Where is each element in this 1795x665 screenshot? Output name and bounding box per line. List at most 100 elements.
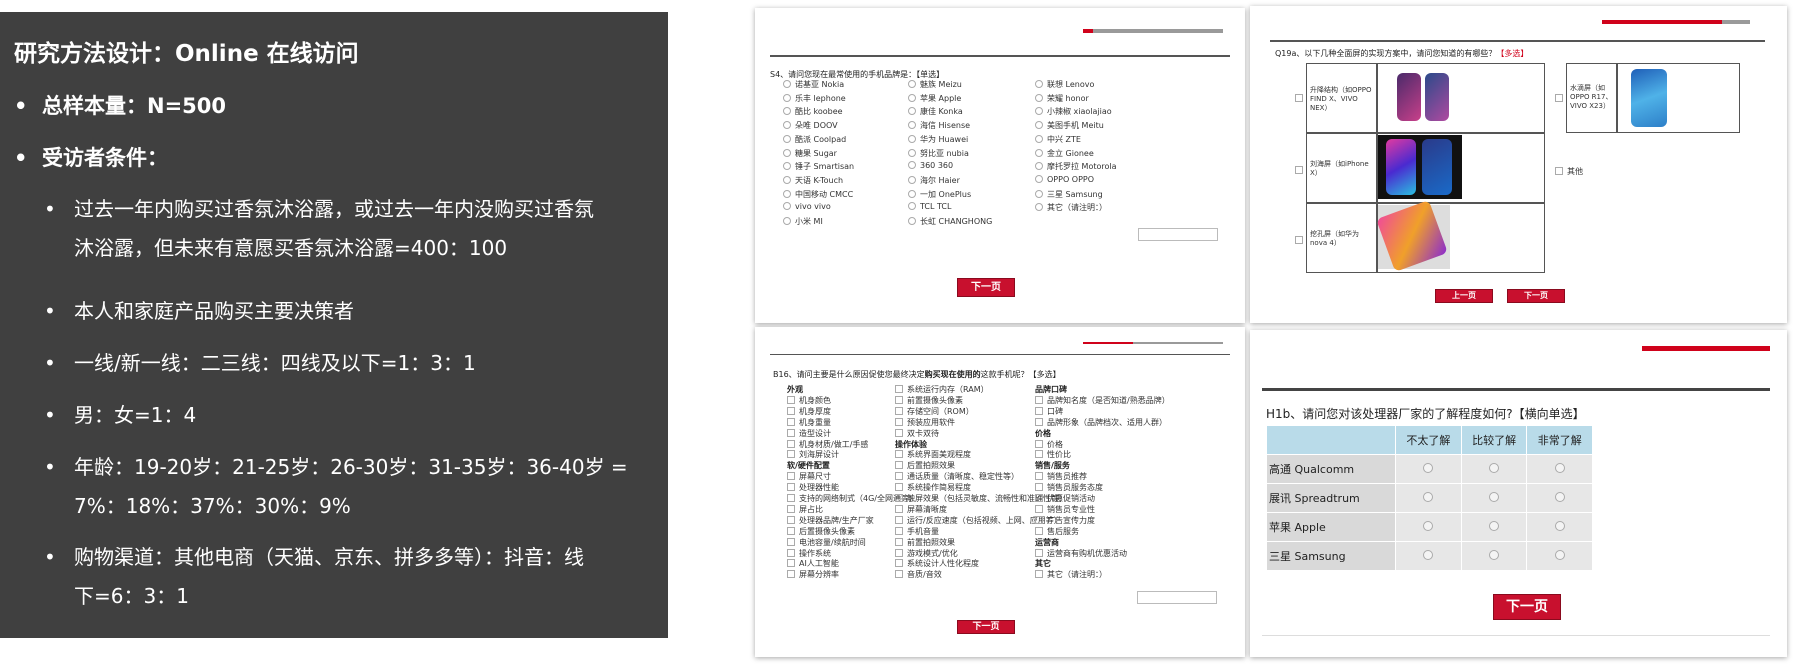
checkbox-icon[interactable] bbox=[787, 450, 795, 459]
radio-icon[interactable] bbox=[783, 202, 791, 211]
radio-option[interactable]: vivo vivo bbox=[783, 202, 831, 211]
radio-button[interactable] bbox=[1423, 491, 1434, 502]
radio-button[interactable] bbox=[1554, 491, 1565, 502]
checkbox-option[interactable]: 存储空间（ROM） bbox=[895, 406, 974, 417]
radio-icon[interactable] bbox=[908, 148, 916, 157]
checkbox-icon[interactable] bbox=[1035, 570, 1043, 579]
radio-option[interactable]: 康佳 Konka bbox=[908, 106, 963, 117]
radio-option[interactable]: TCL TCL bbox=[908, 202, 951, 211]
checkbox-icon[interactable] bbox=[895, 504, 903, 513]
checkbox-icon[interactable] bbox=[787, 483, 795, 492]
next-page-button[interactable]: 下一页 bbox=[957, 620, 1015, 634]
other-specify-input[interactable] bbox=[1137, 591, 1217, 604]
checkbox-icon[interactable] bbox=[787, 559, 795, 568]
checkbox-option[interactable]: 屏幕清晰度 bbox=[895, 504, 947, 515]
radio-icon[interactable] bbox=[908, 93, 916, 102]
radio-button[interactable] bbox=[1489, 520, 1500, 531]
checkbox-option[interactable]: AI人工智能 bbox=[787, 558, 839, 569]
checkbox-option[interactable]: 处理器品牌/生产厂家 bbox=[787, 515, 874, 526]
checkbox-option[interactable]: 前置拍照效果 bbox=[895, 537, 955, 548]
radio-icon[interactable] bbox=[1035, 121, 1043, 130]
checkbox-option[interactable]: 机身重量 bbox=[787, 417, 831, 428]
radio-option[interactable]: 摩托罗拉 Motorola bbox=[1035, 161, 1117, 172]
radio-icon[interactable] bbox=[783, 189, 791, 198]
radio-option[interactable]: 长虹 CHANGHONG bbox=[908, 216, 992, 227]
radio-option[interactable]: 魅族 Meizu bbox=[908, 79, 962, 90]
checkbox-icon[interactable] bbox=[787, 515, 795, 524]
checkbox-icon[interactable] bbox=[895, 395, 903, 404]
radio-option[interactable]: 华为 Huawei bbox=[908, 134, 968, 145]
checkbox-icon[interactable] bbox=[895, 385, 903, 393]
radio-icon[interactable] bbox=[783, 162, 791, 171]
radio-icon[interactable] bbox=[783, 107, 791, 116]
checkbox-option[interactable]: 造型设计 bbox=[787, 428, 831, 439]
checkbox-icon[interactable] bbox=[787, 439, 795, 448]
checkbox-icon[interactable] bbox=[895, 570, 903, 579]
radio-icon[interactable] bbox=[1035, 80, 1043, 88]
checkbox-icon[interactable] bbox=[787, 472, 795, 481]
checkbox-icon[interactable] bbox=[1035, 450, 1043, 459]
radio-icon[interactable] bbox=[908, 189, 916, 198]
radio-option[interactable]: 中国移动 CMCC bbox=[783, 189, 853, 200]
checkbox-option[interactable]: 刘海屏设计 bbox=[787, 449, 839, 460]
checkbox-option[interactable]: 品牌形象（品牌档次、适用人群） bbox=[1035, 417, 1167, 428]
checkbox-icon[interactable] bbox=[1035, 395, 1043, 404]
checkbox-option[interactable]: 价格 bbox=[1035, 439, 1063, 450]
radio-option[interactable]: 三星 Samsung bbox=[1035, 189, 1103, 200]
checkbox-option[interactable]: 系统操作简易程度 bbox=[895, 482, 971, 493]
radio-icon[interactable] bbox=[908, 217, 916, 225]
radio-icon[interactable] bbox=[908, 202, 916, 211]
next-page-button[interactable]: 下一页 bbox=[957, 278, 1015, 297]
checkbox-icon[interactable] bbox=[895, 537, 903, 546]
checkbox-option[interactable]: 处理器性能 bbox=[787, 482, 839, 493]
radio-icon[interactable] bbox=[1035, 148, 1043, 157]
checkbox-icon[interactable] bbox=[787, 526, 795, 535]
radio-icon[interactable] bbox=[783, 134, 791, 143]
checkbox-icon[interactable] bbox=[895, 483, 903, 492]
radio-option[interactable]: 金立 Gionee bbox=[1035, 148, 1094, 159]
checkbox-icon[interactable] bbox=[895, 515, 903, 524]
radio-option[interactable]: OPPO OPPO bbox=[1035, 174, 1094, 184]
checkbox-option[interactable]: 预装应用软件 bbox=[895, 417, 955, 428]
checkbox-option[interactable]: 销售员服务态度 bbox=[1035, 482, 1103, 493]
checkbox-option[interactable]: 运营商有购机优惠活动 bbox=[1035, 548, 1127, 559]
radio-icon[interactable] bbox=[783, 80, 791, 88]
checkbox-icon[interactable] bbox=[895, 494, 903, 502]
checkbox-option[interactable]: 机身材质/做工/手感 bbox=[787, 439, 868, 450]
radio-button[interactable] bbox=[1423, 520, 1434, 531]
radio-option[interactable]: 小辣椒 xiaolajiao bbox=[1035, 106, 1112, 117]
checkbox-icon[interactable] bbox=[895, 417, 903, 426]
radio-icon[interactable] bbox=[908, 134, 916, 143]
radio-icon[interactable] bbox=[1035, 203, 1043, 212]
checkbox-option[interactable]: 系统界面美观程度 bbox=[895, 449, 971, 460]
radio-option[interactable]: 其它（请注明：） bbox=[1035, 202, 1107, 213]
checkbox-icon[interactable] bbox=[895, 428, 903, 437]
checkbox-icon[interactable] bbox=[787, 548, 795, 557]
checkbox-icon[interactable] bbox=[787, 570, 795, 579]
checkbox-option[interactable]: 操作系统 bbox=[787, 548, 831, 559]
radio-icon[interactable] bbox=[783, 93, 791, 102]
checkbox-option[interactable]: 后置摄像头像素 bbox=[787, 526, 855, 537]
radio-icon[interactable] bbox=[1035, 107, 1043, 116]
radio-option[interactable]: 酷比 koobee bbox=[783, 106, 843, 117]
radio-option[interactable]: 美图手机 Meitu bbox=[1035, 120, 1104, 131]
radio-icon[interactable] bbox=[1035, 174, 1043, 183]
checkbox-icon[interactable] bbox=[1035, 515, 1043, 524]
checkbox-option[interactable]: 售后服务 bbox=[1035, 526, 1079, 537]
checkbox-icon[interactable] bbox=[895, 559, 903, 568]
radio-option[interactable]: 苹果 Apple bbox=[908, 93, 961, 104]
radio-icon[interactable] bbox=[1035, 162, 1043, 171]
checkbox-option[interactable]: 双卡双待 bbox=[895, 428, 939, 439]
radio-button[interactable] bbox=[1489, 462, 1500, 473]
checkbox-icon[interactable] bbox=[787, 537, 795, 546]
checkbox-option[interactable]: 机身颜色 bbox=[787, 395, 831, 406]
radio-icon[interactable] bbox=[908, 80, 916, 88]
checkbox-icon[interactable] bbox=[895, 450, 903, 459]
radio-option[interactable]: 一加 OnePlus bbox=[908, 189, 971, 200]
next-page-button[interactable]: 下一页 bbox=[1507, 289, 1565, 303]
radio-icon[interactable] bbox=[783, 175, 791, 184]
checkbox-option[interactable]: 销售员专业性 bbox=[1035, 504, 1095, 515]
checkbox-icon[interactable] bbox=[895, 406, 903, 415]
checkbox-option[interactable]: 机身厚度 bbox=[787, 406, 831, 417]
checkbox-option[interactable]: 性价比 bbox=[1035, 449, 1071, 460]
